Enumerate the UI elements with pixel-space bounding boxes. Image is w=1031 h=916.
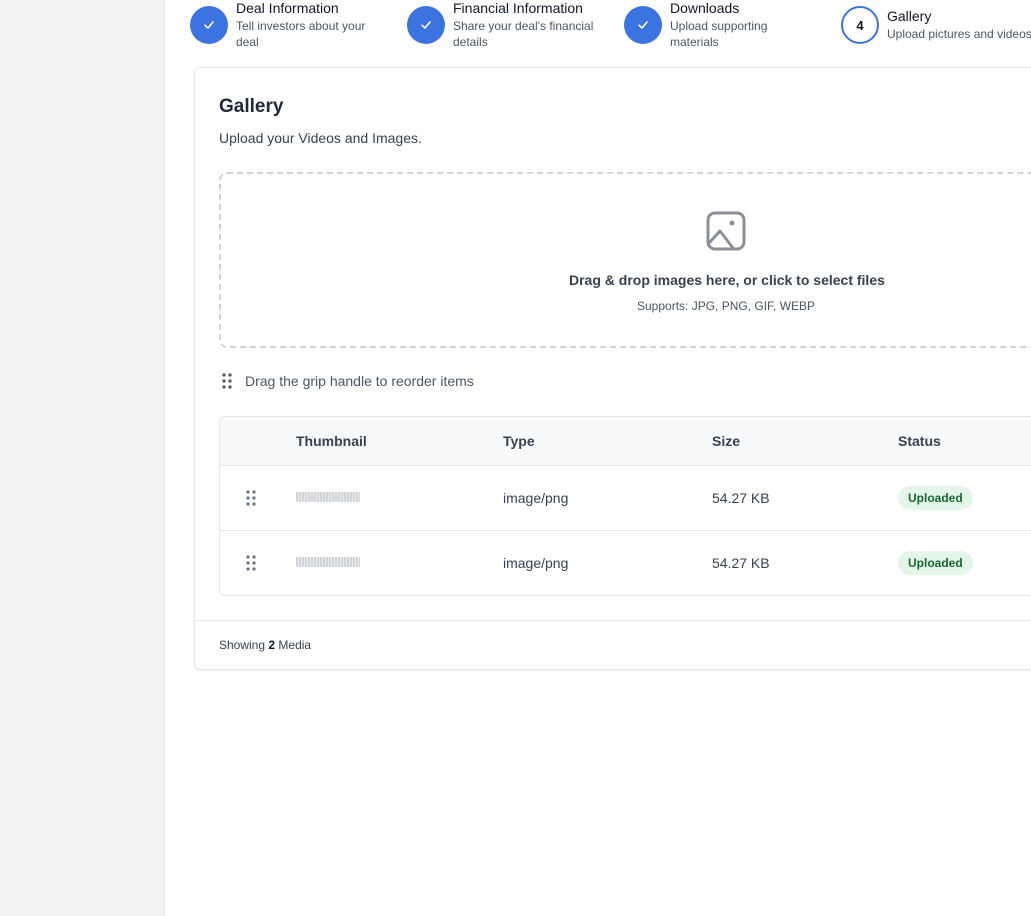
dropzone-formats: Supports: JPG, PNG, GIF, WEBP xyxy=(637,299,816,313)
step-desc: Upload pictures and videos xyxy=(887,27,1031,41)
left-sidebar xyxy=(0,0,165,916)
media-table: Thumbnail Type Size Status image/png 54.… xyxy=(219,416,1031,596)
header-type: Type xyxy=(503,433,535,449)
header-thumbnail: Thumbnail xyxy=(296,433,367,449)
status-badge: Uploaded xyxy=(898,551,973,575)
image-icon xyxy=(706,211,746,251)
step-gallery[interactable]: 4 Gallery Upload pictures and videos xyxy=(841,0,1031,44)
cell-type: image/png xyxy=(503,555,569,571)
step-desc: materials xyxy=(670,35,719,49)
card-footer: Showing 2 Media xyxy=(195,620,1031,670)
table-row: image/png 54.27 KB Uploaded xyxy=(220,531,1031,595)
grip-icon xyxy=(222,373,232,389)
cell-size: 54.27 KB xyxy=(712,555,770,571)
count-value: 2 xyxy=(268,638,276,652)
step-title: Deal Information xyxy=(236,0,339,16)
table-row: image/png 54.27 KB Uploaded xyxy=(220,466,1031,531)
check-icon xyxy=(407,6,445,44)
header-status: Status xyxy=(898,433,941,449)
step-number: 4 xyxy=(841,6,879,44)
step-desc: Share your deal's financial xyxy=(453,19,594,33)
hint-text: Drag the grip handle to reorder items xyxy=(245,373,474,389)
step-title: Gallery xyxy=(887,8,932,24)
step-desc: Tell investors about your xyxy=(236,19,366,33)
page-title: Gallery xyxy=(219,96,284,117)
step-financial-information[interactable]: Financial Information Share your deal's … xyxy=(407,0,593,50)
thumbnail-image[interactable] xyxy=(296,492,360,502)
grip-handle-icon[interactable] xyxy=(246,490,256,506)
grip-handle-icon[interactable] xyxy=(246,555,256,571)
status-badge: Uploaded xyxy=(898,486,973,510)
step-deal-information[interactable]: Deal Information Tell investors about yo… xyxy=(190,0,365,50)
table-header: Thumbnail Type Size Status xyxy=(220,417,1031,466)
step-desc: deal xyxy=(236,35,259,49)
check-icon xyxy=(624,6,662,44)
thumbnail-image[interactable] xyxy=(296,557,360,567)
count-prefix: Showing xyxy=(219,638,266,652)
step-title: Financial Information xyxy=(453,0,583,16)
media-count: Showing 2 Media xyxy=(219,638,311,652)
cell-type: image/png xyxy=(503,490,569,506)
step-downloads[interactable]: Downloads Upload supporting materials xyxy=(624,0,767,50)
reorder-hint: Drag the grip handle to reorder items xyxy=(221,373,474,389)
header-size: Size xyxy=(712,433,741,449)
step-desc: details xyxy=(453,35,488,49)
count-suffix: Media xyxy=(278,638,312,652)
gallery-card: Gallery Upload your Videos and Images. D… xyxy=(194,67,1031,670)
image-dropzone[interactable]: Drag & drop images here, or click to sel… xyxy=(219,172,1031,348)
page-subtitle: Upload your Videos and Images. xyxy=(219,130,422,146)
check-icon xyxy=(190,6,228,44)
dropzone-label: Drag & drop images here, or click to sel… xyxy=(569,272,885,288)
cell-size: 54.27 KB xyxy=(712,490,770,506)
step-desc: Upload supporting xyxy=(670,19,768,33)
step-title: Downloads xyxy=(670,0,740,16)
